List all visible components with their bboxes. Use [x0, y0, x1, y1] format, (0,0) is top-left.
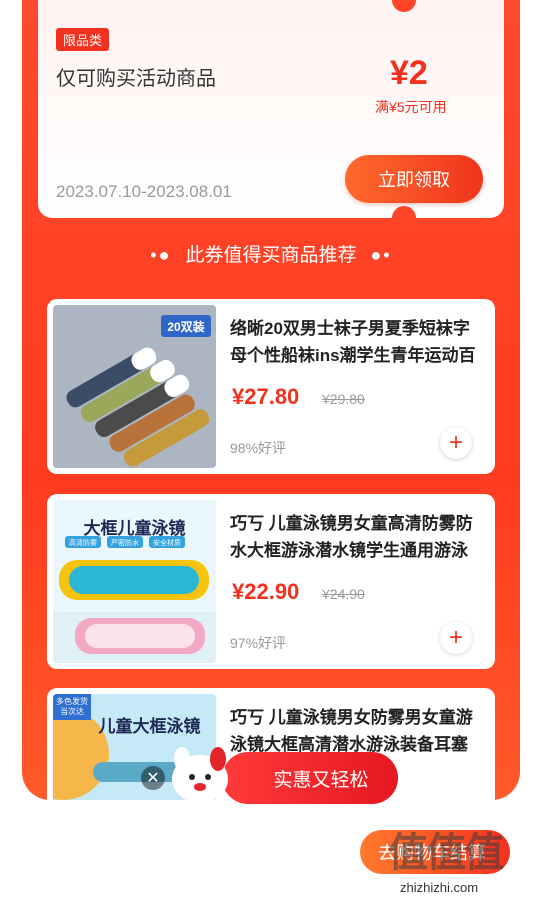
section-dots-left: •● — [150, 245, 172, 266]
coupon-tag: 限品类 — [56, 28, 110, 51]
coupon-notch-top — [392, 0, 416, 12]
coupon-title: 仅可购买活动商品 — [56, 68, 216, 90]
coupon-amount: ¥2 — [390, 54, 428, 92]
product-old-price: ¥24.90 — [322, 586, 365, 602]
product-thumbnail[interactable]: 20双装 — [53, 305, 216, 468]
thumb-label: 大框儿童泳镜 — [83, 519, 186, 538]
claim-coupon-button[interactable]: 立即领取 — [345, 155, 483, 203]
product-price: ¥27.80 — [232, 384, 300, 409]
thumb-chip: 高清防雾 — [69, 540, 97, 547]
coupon-card: 限品类 仅可购买活动商品 ¥2 满¥5元可用 2023.07.10-2023.0… — [38, 0, 504, 230]
close-icon[interactable]: ✕ — [141, 766, 165, 790]
coupon-notch-bottom — [392, 206, 416, 230]
product-title[interactable]: 巧丂 儿童泳镜男女童高清防雾防水大框游泳潜水镜学生通用游泳 — [230, 510, 485, 564]
product-rating: 97%好评 — [230, 635, 287, 651]
thumb-label: 儿童大框泳镜 — [98, 717, 201, 736]
plus-icon[interactable]: + — [440, 622, 472, 654]
product-thumbnail[interactable]: 大框儿童泳镜 高清防雾 严密防水 安全材质 — [53, 500, 216, 663]
promo-banner[interactable]: 实惠又轻松 — [222, 752, 398, 804]
product-card[interactable]: 大框儿童泳镜 高清防雾 严密防水 安全材质 巧丂 儿童泳镜男女童高清防雾防水大框… — [47, 494, 495, 669]
thumb-chip: 严密防水 — [111, 540, 139, 547]
plus-icon[interactable]: + — [440, 427, 472, 459]
section-header: •● 此券值得买商品推荐 ●• — [22, 240, 520, 267]
thumb-badge: 20双装 — [167, 320, 205, 334]
product-card[interactable]: 20双装 络晰20双男士袜子男夏季短袜字母个性船袜ins潮学生青年运动百 ¥27… — [47, 299, 495, 474]
coupon-condition: 满¥5元可用 — [375, 99, 447, 115]
product-title[interactable]: 巧丂 儿童泳镜男女防雾男女童游泳镜大框高清潜水游泳装备耳塞 — [230, 704, 485, 758]
mascot-icon — [172, 747, 228, 803]
section-title: 此券值得买商品推荐 — [185, 245, 357, 266]
product-rating: 98%好评 — [230, 440, 287, 456]
product-price: ¥22.90 — [232, 579, 300, 604]
product-old-price: ¥29.80 — [322, 391, 365, 407]
watermark-logo: 值值值 — [388, 831, 504, 875]
coupon-date-range: 2023.07.10-2023.08.01 — [56, 182, 232, 201]
thumb-chip: 安全材质 — [153, 540, 181, 547]
product-title[interactable]: 络晰20双男士袜子男夏季短袜字母个性船袜ins潮学生青年运动百 — [230, 315, 485, 369]
watermark-url: zhizhizhi.com — [400, 880, 479, 895]
coupon-panel: 限品类 仅可购买活动商品 ¥2 满¥5元可用 2023.07.10-2023.0… — [22, 0, 520, 800]
section-dots-right: ●• — [370, 245, 392, 266]
